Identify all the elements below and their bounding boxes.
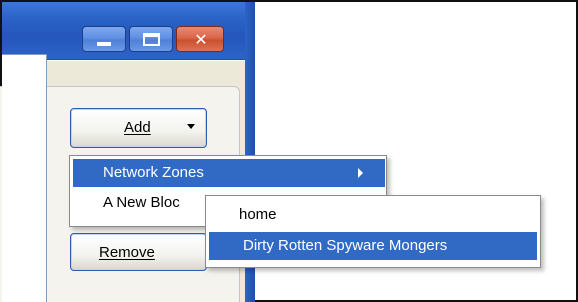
- minimize-icon: [97, 42, 111, 46]
- window-controls: ✕: [82, 26, 224, 52]
- submenu-item-dirty-rotten-spyware-mongers[interactable]: Dirty Rotten Spyware Mongers: [209, 232, 537, 260]
- maximize-icon: [143, 33, 160, 46]
- menu-item-label: Network Zones: [103, 164, 204, 181]
- remove-button-label: Remove: [99, 244, 155, 261]
- submenu-item-home[interactable]: home: [209, 201, 537, 229]
- close-button[interactable]: ✕: [176, 26, 224, 52]
- add-button[interactable]: Add: [70, 108, 207, 148]
- submenu-arrow-icon: [358, 168, 363, 178]
- maximize-button[interactable]: [129, 26, 173, 52]
- submenu-item-label: Dirty Rotten Spyware Mongers: [243, 237, 448, 254]
- list-box[interactable]: [2, 54, 47, 302]
- submenu-item-label: home: [239, 206, 277, 223]
- screenshot-frame: ✕ Add Remove Network Zones A New Bloc ho…: [0, 0, 578, 302]
- title-bar[interactable]: ✕: [2, 2, 255, 60]
- add-button-label: Add: [124, 119, 151, 136]
- minimize-button[interactable]: [82, 26, 126, 52]
- menu-item-label: A New Bloc: [103, 194, 180, 211]
- close-icon: ✕: [194, 30, 208, 49]
- dropdown-arrow-icon: [187, 124, 195, 129]
- menu-item-network-zones[interactable]: Network Zones: [73, 159, 385, 187]
- network-zones-submenu: home Dirty Rotten Spyware Mongers: [205, 195, 541, 268]
- remove-button[interactable]: Remove: [70, 233, 207, 271]
